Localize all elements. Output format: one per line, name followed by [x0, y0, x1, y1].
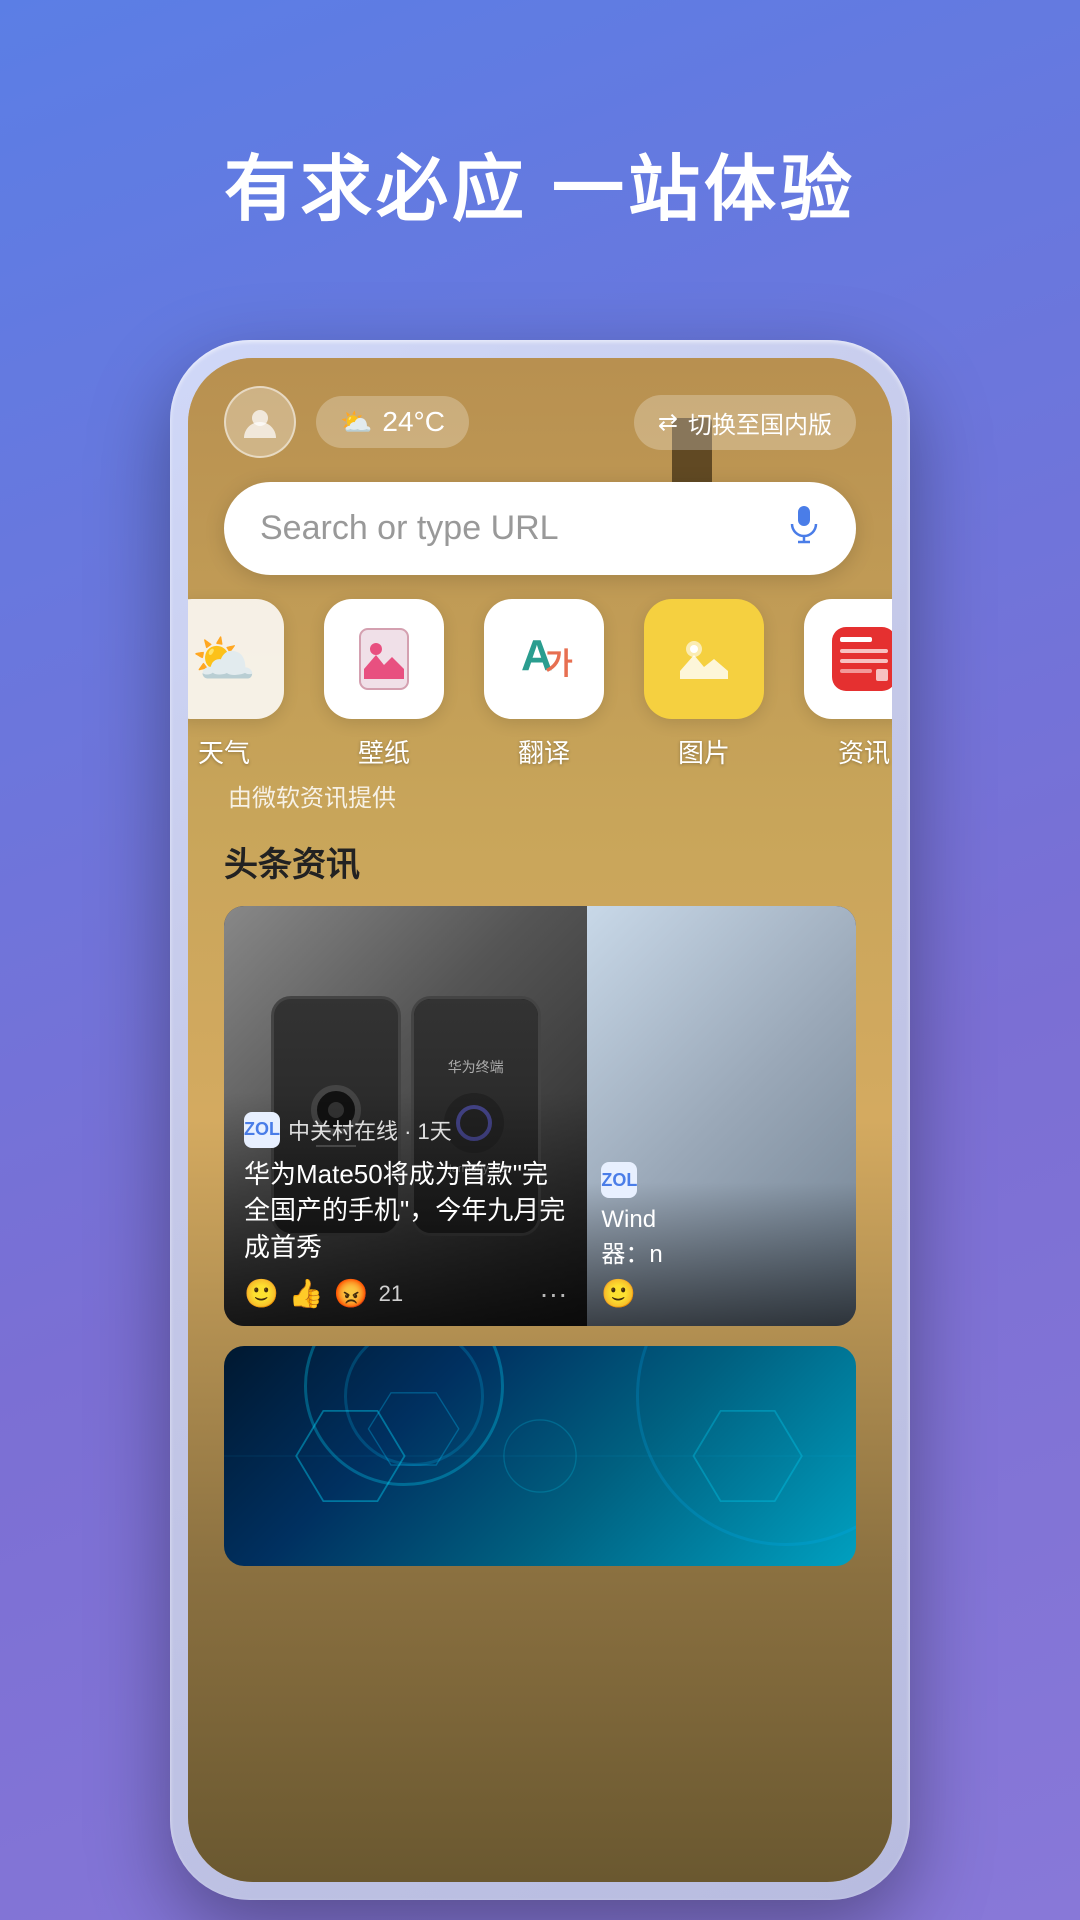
photos-app-icon [644, 599, 764, 719]
news-app-label: 资讯 [838, 733, 890, 770]
status-bar: ⛅ 24°C ⇄ 切换至国内版 [188, 358, 892, 474]
news-card-1-overlay: ZOL 中关村在线 · 1天 华为Mate50将成为首款"完全国产的手机"，今年… [224, 1092, 587, 1326]
news-actions-1: 🙂 👍 😡 21 ··· [244, 1277, 567, 1310]
weather-badge: ⛅ 24°C [316, 396, 469, 448]
source-icon-1: ZOL [244, 1112, 280, 1148]
app-item-translate[interactable]: A 가 翻译 [464, 599, 624, 770]
search-placeholder-text: Search or type URL [260, 509, 788, 548]
news-app-icon [804, 599, 892, 719]
avatar-button[interactable] [224, 386, 296, 458]
switch-label: 切换至国内版 [688, 405, 832, 440]
search-bar[interactable]: Search or type URL [224, 482, 856, 575]
weather-app-icon: ⛅ [188, 599, 284, 719]
phone-screen: ⛅ 24°C ⇄ 切换至国内版 Search or type URL [188, 358, 892, 1882]
source-name-1: 中关村在线 · 1天 [288, 1114, 452, 1146]
news-card-2[interactable]: ZOL Wind器：n 🙂 [587, 906, 856, 1326]
news-title-2: Wind器：n [601, 1206, 842, 1269]
news-source-1: ZOL 中关村在线 · 1天 [244, 1112, 567, 1148]
phone-frame: ⛅ 24°C ⇄ 切换至国内版 Search or type URL [170, 340, 910, 1900]
news-card-1[interactable]: 华为终端 Harmony OS [224, 906, 587, 1326]
switch-region-button[interactable]: ⇄ 切换至国内版 [634, 395, 856, 450]
app-item-wallpaper[interactable]: 壁纸 [304, 599, 464, 770]
app-item-weather[interactable]: ⛅ 天气 [188, 599, 304, 770]
wallpaper-app-icon [324, 599, 444, 719]
bottom-news-card[interactable] [224, 1346, 856, 1566]
temperature-label: 24°C [382, 406, 445, 438]
switch-icon: ⇄ [658, 408, 678, 437]
source-icon-2: ZOL [601, 1162, 637, 1198]
weather-icon: ⛅ [340, 407, 372, 438]
like-count-1: 21 [379, 1281, 403, 1307]
more-options-1[interactable]: ··· [539, 1278, 567, 1310]
svg-text:가: 가 [545, 648, 573, 681]
circuit-decoration [224, 1346, 856, 1566]
news-cards-grid: 华为终端 Harmony OS [188, 906, 892, 1326]
quick-apps-section: ⛅ 天气 壁纸 [188, 599, 892, 770]
reaction-icon-3[interactable]: 😡 [334, 1277, 369, 1310]
photos-app-label: 图片 [678, 733, 730, 770]
hero-title: 有求必应 一站体验 [0, 0, 1080, 295]
weather-app-label: 天气 [198, 733, 250, 770]
reaction-icon-1[interactable]: 🙂 [244, 1277, 279, 1310]
news-section-title: 头条资讯 [188, 829, 892, 906]
news-card-2-overlay: ZOL Wind器：n 🙂 [587, 1146, 856, 1326]
reaction-icon-card2[interactable]: 🙂 [601, 1278, 636, 1309]
mic-icon[interactable] [788, 504, 820, 553]
translate-app-label: 翻译 [518, 733, 570, 770]
phone-wrapper: ⛅ 24°C ⇄ 切换至国内版 Search or type URL [170, 340, 910, 1900]
ms-badge: 由微软资讯提供 [188, 770, 892, 829]
reaction-icon-2[interactable]: 👍 [289, 1277, 324, 1310]
news-title-1: 华为Mate50将成为首款"完全国产的手机"，今年九月完成首秀 [244, 1156, 567, 1265]
app-item-news[interactable]: 资讯 [784, 599, 892, 770]
translate-app-icon: A 가 [484, 599, 604, 719]
wallpaper-app-label: 壁纸 [358, 733, 410, 770]
app-item-photos[interactable]: 图片 [624, 599, 784, 770]
